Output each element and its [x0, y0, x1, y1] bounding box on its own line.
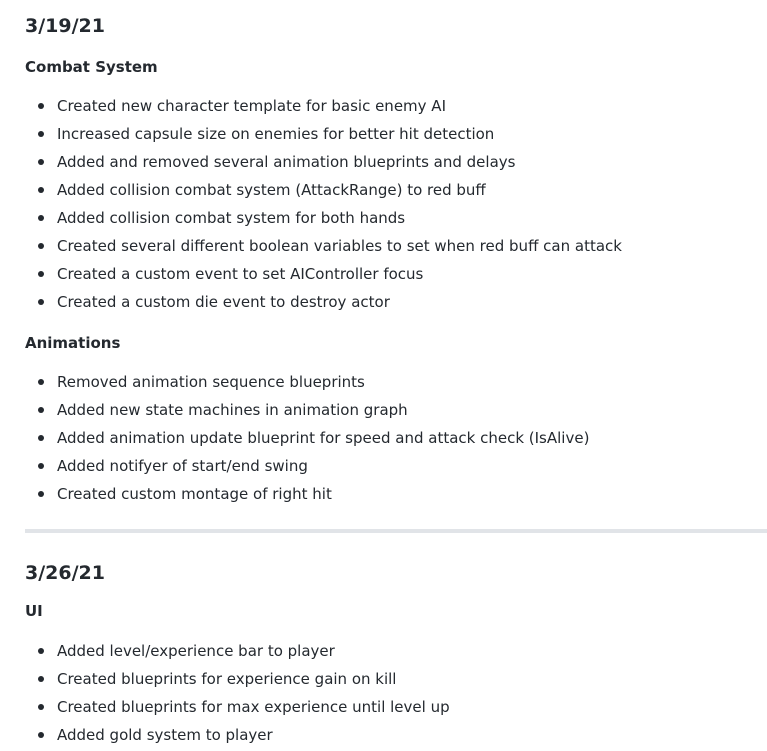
list-item: Created a custom die event to destroy ac… — [0, 288, 622, 316]
combat-system-list: Created new character template for basic… — [0, 92, 622, 316]
list-item: Added collision combat system for both h… — [0, 204, 622, 232]
bullet-icon — [38, 676, 44, 682]
bullet-icon — [38, 159, 44, 165]
list-item: Added notifyer of start/end swing — [0, 452, 589, 480]
list-item: Created new character template for basic… — [0, 92, 622, 120]
section-heading-ui: UI — [25, 602, 43, 620]
bullet-icon — [38, 243, 44, 249]
bullet-icon — [38, 463, 44, 469]
list-item: Removed animation sequence blueprints — [0, 368, 589, 396]
section-heading-combat-system: Combat System — [25, 58, 158, 76]
entry-date-heading: 3/19/21 — [25, 15, 105, 37]
list-item: Created several different boolean variab… — [0, 232, 622, 260]
list-item: Added collision combat system (AttackRan… — [0, 176, 622, 204]
animations-list: Removed animation sequence blueprints Ad… — [0, 368, 589, 508]
list-item: Created blueprints for max experience un… — [0, 693, 450, 721]
list-item: Created a custom event to set AIControll… — [0, 260, 622, 288]
bullet-icon — [38, 732, 44, 738]
ui-list: Added level/experience bar to player Cre… — [0, 637, 450, 749]
bullet-icon — [38, 131, 44, 137]
list-item: Added animation update blueprint for spe… — [0, 424, 589, 452]
section-heading-animations: Animations — [25, 334, 121, 352]
bullet-icon — [38, 704, 44, 710]
bullet-icon — [38, 215, 44, 221]
list-item: Increased capsule size on enemies for be… — [0, 120, 622, 148]
list-item: Added and removed several animation blue… — [0, 148, 622, 176]
entry-date-heading: 3/26/21 — [25, 562, 105, 584]
list-item: Added new state machines in animation gr… — [0, 396, 589, 424]
bullet-icon — [38, 271, 44, 277]
bullet-icon — [38, 407, 44, 413]
bullet-icon — [38, 435, 44, 441]
entry-divider — [25, 529, 767, 533]
bullet-icon — [38, 648, 44, 654]
devlog-page: 3/19/21 Combat System Created new charac… — [0, 0, 767, 751]
bullet-icon — [38, 103, 44, 109]
bullet-icon — [38, 379, 44, 385]
list-item: Created custom montage of right hit — [0, 480, 589, 508]
list-item: Added gold system to player — [0, 721, 450, 749]
bullet-icon — [38, 491, 44, 497]
bullet-icon — [38, 187, 44, 193]
list-item: Added level/experience bar to player — [0, 637, 450, 665]
bullet-icon — [38, 299, 44, 305]
list-item: Created blueprints for experience gain o… — [0, 665, 450, 693]
